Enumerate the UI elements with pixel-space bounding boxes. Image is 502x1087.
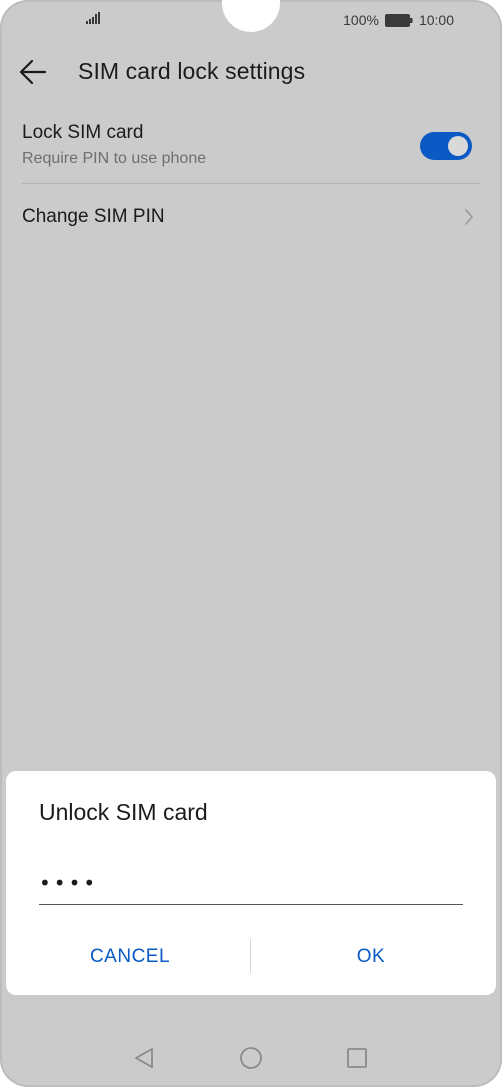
ok-button[interactable]: OK <box>251 935 491 979</box>
dialog-title: Unlock SIM card <box>39 799 208 825</box>
unlock-sim-dialog: Unlock SIM card CANCEL OK <box>6 771 496 995</box>
status-bar: 100% 10:00 <box>0 0 502 40</box>
back-button[interactable] <box>18 54 58 90</box>
nav-recent-icon[interactable] <box>346 1047 368 1069</box>
lock-sim-card-subtitle: Require PIN to use phone <box>22 150 207 167</box>
signal-icon <box>86 12 100 24</box>
change-sim-pin-title: Change SIM PIN <box>22 206 165 227</box>
status-right: 100% 10:00 <box>343 10 454 30</box>
phone-screen: 100% 10:00 SIM card lock settings Lock S… <box>0 0 502 1087</box>
lock-sim-card-title: Lock SIM card <box>22 122 144 143</box>
nav-home-icon[interactable] <box>239 1046 263 1070</box>
input-underline <box>39 904 463 905</box>
camera-notch <box>222 0 280 32</box>
chevron-right-icon <box>465 209 473 225</box>
pin-input[interactable] <box>39 861 463 905</box>
page-title: SIM card lock settings <box>78 58 306 84</box>
lock-sim-card-toggle[interactable] <box>420 132 472 160</box>
app-bar: SIM card lock settings <box>0 40 502 104</box>
cancel-button[interactable]: CANCEL <box>10 935 250 979</box>
toggle-knob <box>448 136 468 156</box>
battery-percent: 100% <box>343 12 379 28</box>
lock-sim-card-row[interactable]: Lock SIM card Require PIN to use phone <box>0 104 502 184</box>
change-sim-pin-row[interactable]: Change SIM PIN <box>0 184 502 250</box>
arrow-left-icon <box>19 59 47 85</box>
nav-back-icon[interactable] <box>133 1046 155 1070</box>
status-time: 10:00 <box>418 12 454 28</box>
battery-icon <box>384 13 413 27</box>
navigation-bar <box>0 1030 502 1086</box>
